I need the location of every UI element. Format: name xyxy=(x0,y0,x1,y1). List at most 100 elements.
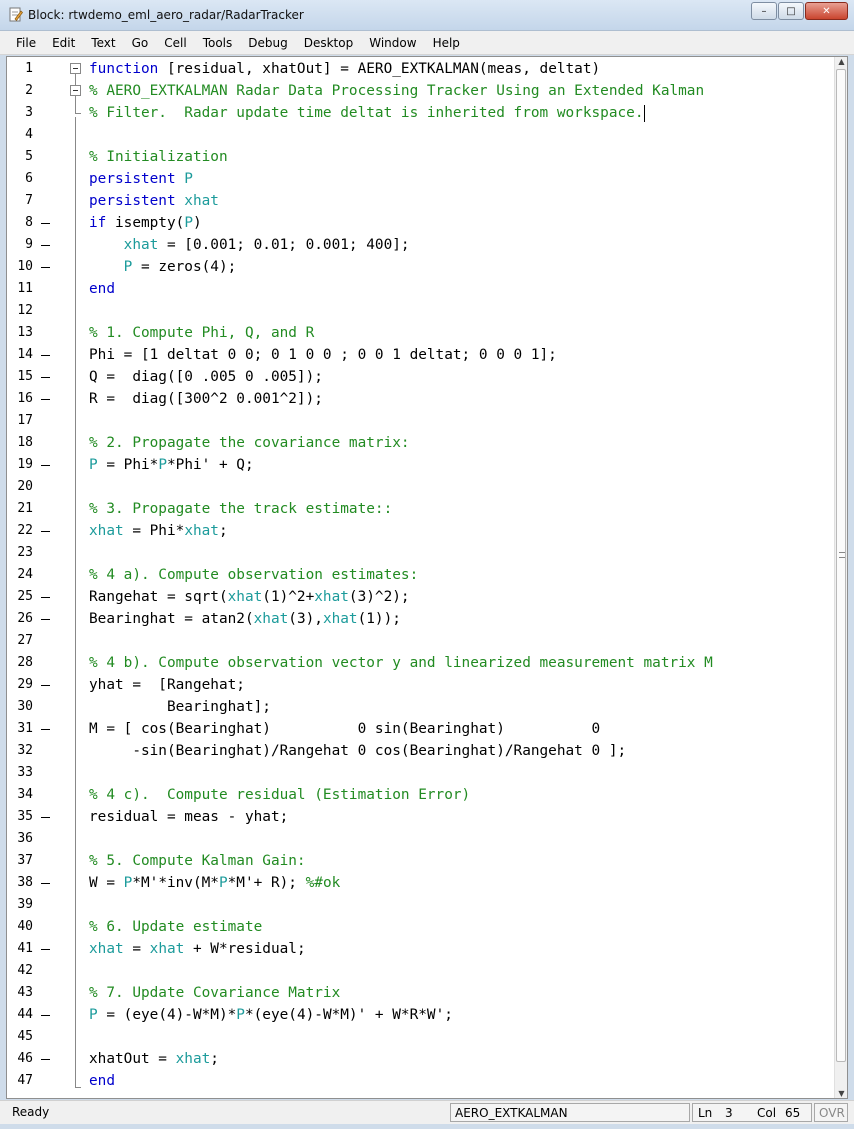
code-token: Rangehat = sqrt( xyxy=(89,589,228,605)
code-line[interactable]: persistent xhat xyxy=(89,190,219,212)
breakpoint-marker[interactable] xyxy=(41,619,50,620)
menu-window[interactable]: Window xyxy=(361,36,424,50)
text-cursor xyxy=(643,104,645,122)
breakpoint-marker[interactable] xyxy=(41,729,50,730)
menu-file[interactable]: File xyxy=(8,36,44,50)
code-line[interactable]: % 4 b). Compute observation vector y and… xyxy=(89,652,713,674)
code-line[interactable]: R = diag([300^2 0.001^2]); xyxy=(89,388,323,410)
code-line[interactable]: % 3. Propagate the track estimate:: xyxy=(89,498,392,520)
code-line[interactable]: function [residual, xhatOut] = AERO_EXTK… xyxy=(89,58,600,80)
line-number: 47 xyxy=(17,1073,33,1088)
code-line[interactable]: % Filter. Radar update time deltat is in… xyxy=(89,102,645,124)
menu-edit[interactable]: Edit xyxy=(44,36,83,50)
code-line[interactable]: Phi = [1 deltat 0 0; 0 1 0 0 ; 0 0 1 del… xyxy=(89,344,557,366)
code-line[interactable]: xhat = xhat + W*residual; xyxy=(89,938,306,960)
code-line[interactable]: yhat = [Rangehat; xyxy=(89,674,245,696)
line-number: 22 xyxy=(17,523,33,538)
code-token: xhat xyxy=(227,589,263,605)
menu-debug[interactable]: Debug xyxy=(240,36,295,50)
code-line[interactable]: xhatOut = xhat; xyxy=(89,1048,219,1070)
breakpoint-marker[interactable] xyxy=(41,377,50,378)
breakpoint-marker[interactable] xyxy=(41,245,50,246)
code-line[interactable]: Rangehat = sqrt(xhat(1)^2+xhat(3)^2); xyxy=(89,586,410,608)
scroll-up-arrow-icon[interactable]: ▲ xyxy=(837,57,846,66)
code-token: persistent xyxy=(89,171,176,187)
code-token: function xyxy=(89,61,159,77)
code-line[interactable]: end xyxy=(89,1070,115,1092)
code-line[interactable]: % 7. Update Covariance Matrix xyxy=(89,982,340,1004)
code-line[interactable]: Q = diag([0 .005 0 .005]); xyxy=(89,366,323,388)
code-line[interactable]: M = [ cos(Bearinghat) 0 sin(Bearinghat) … xyxy=(89,718,600,740)
code-line[interactable]: persistent P xyxy=(89,168,193,190)
code-line[interactable]: % 4 a). Compute observation estimates: xyxy=(89,564,418,586)
code-token: *Phi' + Q; xyxy=(167,457,254,473)
breakpoint-marker[interactable] xyxy=(41,685,50,686)
breakpoint-marker[interactable] xyxy=(41,1059,50,1060)
menu-tools[interactable]: Tools xyxy=(195,36,241,50)
status-function-name: AERO_EXTKALMAN xyxy=(455,1106,568,1120)
code-line[interactable]: xhat = [0.001; 0.01; 0.001; 400]; xyxy=(89,234,410,256)
code-line[interactable]: residual = meas - yhat; xyxy=(89,806,288,828)
line-number: 14 xyxy=(17,347,33,362)
code-token: ; xyxy=(218,523,228,539)
menu-desktop[interactable]: Desktop xyxy=(296,36,362,50)
vertical-scrollbar[interactable]: ▲ ▼ xyxy=(834,57,847,1098)
menu-go[interactable]: Go xyxy=(124,36,157,50)
breakpoint-marker[interactable] xyxy=(41,399,50,400)
code-editor[interactable]: 1 2 3 4 5 6 7 8 9 10 11 12 13 14 15 16 17 18 19 20 21 22 23 24 2… xyxy=(6,56,848,1099)
code-line[interactable]: W = P*M'*inv(M*P*M'+ R); %#ok xyxy=(89,872,340,894)
breakpoint-marker[interactable] xyxy=(41,223,50,224)
code-line[interactable]: P = (eye(4)-W*M)*P*(eye(4)-W*M)' + W*R*W… xyxy=(89,1004,453,1026)
code-token: *M'*inv(M* xyxy=(132,875,219,891)
code-token: = zeros(4); xyxy=(132,259,237,275)
code-line[interactable]: if isempty(P) xyxy=(89,212,202,234)
line-number: 6 xyxy=(25,171,33,186)
breakpoint-marker[interactable] xyxy=(41,531,50,532)
menu-help[interactable]: Help xyxy=(425,36,468,50)
breakpoint-marker[interactable] xyxy=(41,597,50,598)
breakpoint-marker[interactable] xyxy=(41,355,50,356)
breakpoint-marker[interactable] xyxy=(41,817,50,818)
code-line[interactable]: % 2. Propagate the covariance matrix: xyxy=(89,432,410,454)
line-number: 16 xyxy=(17,391,33,406)
code-token: % 4 b). Compute observation vector y and… xyxy=(89,655,713,671)
code-line[interactable]: P = zeros(4); xyxy=(89,256,237,278)
breakpoint-marker[interactable] xyxy=(41,883,50,884)
breakpoint-marker[interactable] xyxy=(41,465,50,466)
title-bar[interactable]: Block: rtwdemo_eml_aero_radar/RadarTrack… xyxy=(0,0,854,31)
code-line[interactable]: Bearinghat = atan2(xhat(3),xhat(1)); xyxy=(89,608,401,630)
breakpoint-marker[interactable] xyxy=(41,1015,50,1016)
code-token: = (eye(4)-W*M)* xyxy=(97,1007,237,1023)
maximize-button[interactable]: □ xyxy=(778,2,804,20)
scrollbar-thumb[interactable] xyxy=(836,69,846,1062)
menu-cell[interactable]: Cell xyxy=(156,36,194,50)
code-token: Bearinghat]; xyxy=(89,699,271,715)
code-token: P xyxy=(218,875,228,891)
close-button[interactable]: ✕ xyxy=(805,2,848,20)
code-line[interactable]: -sin(Bearinghat)/Rangehat 0 cos(Bearingh… xyxy=(89,740,626,762)
line-number: 31 xyxy=(17,721,33,736)
code-token: = [0.001; 0.01; 0.001; 400]; xyxy=(158,237,410,253)
code-line[interactable]: % 5. Compute Kalman Gain: xyxy=(89,850,306,872)
code-line[interactable]: end xyxy=(89,278,115,300)
code-line[interactable]: % AERO_EXTKALMAN Radar Data Processing T… xyxy=(89,80,704,102)
code-token: % Filter. Radar update time deltat is in… xyxy=(89,105,644,121)
code-line[interactable]: % 4 c). Compute residual (Estimation Err… xyxy=(89,784,470,806)
code-line[interactable]: % Initialization xyxy=(89,146,228,168)
code-token: M = [ cos(Bearinghat) 0 sin(Bearinghat) … xyxy=(89,721,601,737)
scroll-down-arrow-icon[interactable]: ▼ xyxy=(837,1089,846,1098)
menu-text[interactable]: Text xyxy=(83,36,123,50)
breakpoint-marker[interactable] xyxy=(41,267,50,268)
code-text-area[interactable]: function [residual, xhatOut] = AERO_EXTK… xyxy=(79,57,835,1098)
code-line[interactable]: P = Phi*P*Phi' + Q; xyxy=(89,454,254,476)
code-line[interactable]: % 6. Update estimate xyxy=(89,916,262,938)
minimize-button[interactable]: – xyxy=(751,2,777,20)
code-line[interactable]: xhat = Phi*xhat; xyxy=(89,520,228,542)
line-number: 26 xyxy=(17,611,33,626)
code-line[interactable]: Bearinghat]; xyxy=(89,696,271,718)
window-title: Block: rtwdemo_eml_aero_radar/RadarTrack… xyxy=(28,8,304,22)
breakpoint-marker[interactable] xyxy=(41,949,50,950)
code-token: % 4 c). Compute residual (Estimation Err… xyxy=(89,787,471,803)
code-line[interactable]: % 1. Compute Phi, Q, and R xyxy=(89,322,314,344)
line-number: 7 xyxy=(25,193,33,208)
